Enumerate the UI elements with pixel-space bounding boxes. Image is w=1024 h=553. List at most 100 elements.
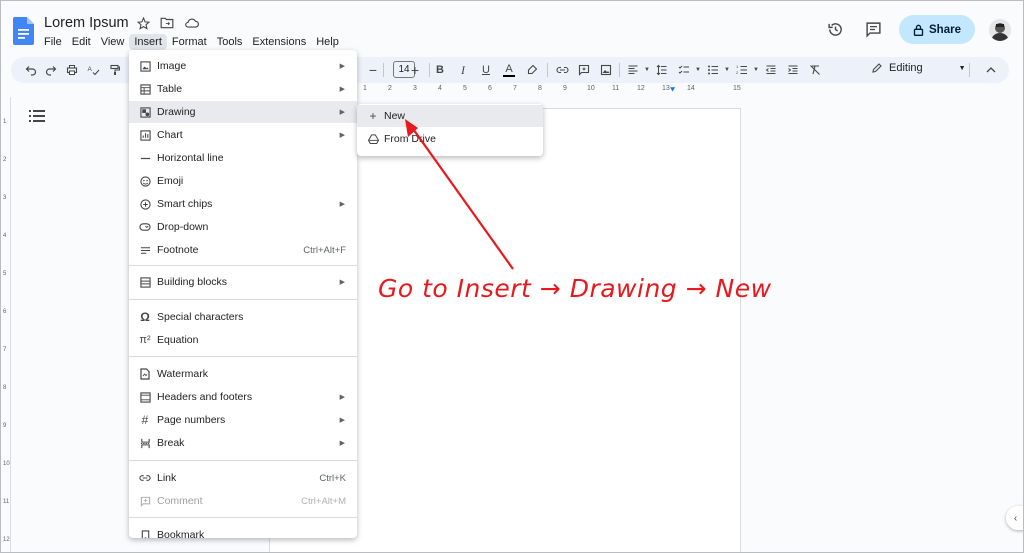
ruler-tick: 8 <box>538 85 542 92</box>
print-icon[interactable] <box>64 62 80 78</box>
menu-item-label: Smart chips <box>157 198 213 210</box>
watermark-icon <box>138 367 152 381</box>
menu-item-footnote[interactable]: Footnote Ctrl+Alt+F <box>129 239 357 261</box>
link-icon <box>138 471 152 485</box>
submenu-item-label: New <box>384 110 406 122</box>
menu-edit[interactable]: Edit <box>67 34 96 50</box>
ruler-tick: 7 <box>3 347 7 353</box>
menu-item-bookmark[interactable]: Bookmark <box>129 524 357 538</box>
chevron-down-icon[interactable]: ▼ <box>748 62 764 78</box>
submenu-arrow-icon: ▶ <box>339 279 345 286</box>
menu-file[interactable]: File <box>39 34 67 50</box>
redo-icon[interactable] <box>43 62 59 78</box>
menu-item-label: Emoji <box>157 175 184 187</box>
horizontal-ruler[interactable]: 1 2 3 4 5 6 7 8 9 10 11 12 13 14 15 ⯆ <box>357 85 757 97</box>
text-color-button[interactable]: A <box>501 62 517 78</box>
menu-format[interactable]: Format <box>167 34 212 50</box>
highlight-icon[interactable] <box>524 62 540 78</box>
editing-mode-select[interactable]: Editing ▼ <box>871 62 966 74</box>
submenu-item-from-drive[interactable]: From Drive <box>357 128 543 150</box>
indent-marker-icon[interactable]: ⯆ <box>669 85 676 96</box>
insert-link-icon[interactable] <box>554 62 570 78</box>
menu-item-label: Drop-down <box>157 221 209 233</box>
ruler-tick: 6 <box>3 309 7 315</box>
underline-button[interactable]: U <box>478 62 494 78</box>
ruler-tick: 5 <box>463 85 467 92</box>
menu-item-building-blocks[interactable]: Building blocks ▶ <box>129 271 357 293</box>
docs-logo-icon[interactable] <box>13 17 34 45</box>
table-icon <box>138 82 152 96</box>
menu-item-chart[interactable]: Chart ▶ <box>129 124 357 146</box>
ruler-tick: 14 <box>687 85 695 92</box>
chevron-down-icon[interactable]: ▼ <box>719 62 735 78</box>
paint-format-icon[interactable] <box>107 62 123 78</box>
ruler-tick: 2 <box>3 157 7 163</box>
avatar[interactable] <box>989 18 1011 41</box>
ruler-tick: 3 <box>413 85 417 92</box>
clear-formatting-icon[interactable] <box>807 62 823 78</box>
menu-tools[interactable]: Tools <box>212 34 248 50</box>
document-outline-icon[interactable] <box>29 109 45 123</box>
star-icon[interactable] <box>135 15 151 31</box>
chevron-down-icon: ▼ <box>958 64 966 72</box>
annotation-text: Go to Insert → Drawing → New <box>378 274 772 303</box>
menu-item-headers-footers[interactable]: Headers and footers ▶ <box>129 386 357 408</box>
decrease-indent-icon[interactable] <box>763 62 779 78</box>
menu-item-label: Footnote <box>157 244 199 256</box>
line-spacing-icon[interactable] <box>654 62 670 78</box>
menu-item-smart-chips[interactable]: Smart chips ▶ <box>129 193 357 215</box>
ruler-tick: 1 <box>363 85 367 92</box>
menu-item-label: Bookmark <box>157 529 205 538</box>
menu-item-image[interactable]: Image ▶ <box>129 55 357 77</box>
menu-item-break[interactable]: Break ▶ <box>129 432 357 454</box>
chevron-down-icon[interactable]: ▼ <box>690 62 706 78</box>
vertical-ruler[interactable]: 1 2 3 4 5 6 7 8 9 10 11 12 <box>1 97 11 552</box>
bold-button[interactable]: B <box>432 62 448 78</box>
menu-divider <box>129 265 357 266</box>
share-button[interactable]: Share <box>899 15 975 44</box>
menu-item-emoji[interactable]: Emoji <box>129 170 357 192</box>
submenu-item-new[interactable]: + New <box>357 105 543 127</box>
chevron-down-icon[interactable]: ▼ <box>639 62 655 78</box>
increase-font-size-icon[interactable]: + <box>407 62 423 78</box>
menu-insert[interactable]: Insert <box>129 34 167 50</box>
ruler-tick: 12 <box>3 537 10 543</box>
menu-item-dropdown[interactable]: Drop-down <box>129 216 357 238</box>
hash-icon: # <box>141 413 149 427</box>
decrease-font-size-icon[interactable]: − <box>365 62 381 78</box>
version-history-icon[interactable] <box>823 18 847 42</box>
menu-item-table[interactable]: Table ▶ <box>129 78 357 100</box>
menu-item-watermark[interactable]: Watermark <box>129 363 357 385</box>
spellcheck-icon[interactable]: A <box>85 62 101 78</box>
italic-button[interactable]: I <box>455 62 471 78</box>
menu-divider <box>129 356 357 357</box>
menu-extensions[interactable]: Extensions <box>247 34 311 50</box>
comments-icon[interactable] <box>861 18 885 42</box>
headers-footers-icon <box>138 390 152 404</box>
smart-chips-icon <box>138 197 152 211</box>
ruler-tick: 11 <box>3 499 10 505</box>
increase-indent-icon[interactable] <box>785 62 801 78</box>
omega-icon: Ω <box>140 310 150 324</box>
menu-item-link[interactable]: Link Ctrl+K <box>129 467 357 489</box>
collapse-toolbar-icon[interactable] <box>983 62 999 78</box>
side-panel-toggle-icon[interactable]: ‹ <box>1006 506 1023 530</box>
menu-view[interactable]: View <box>96 34 130 50</box>
menu-item-page-numbers[interactable]: # Page numbers ▶ <box>129 409 357 431</box>
insert-image-icon[interactable] <box>598 62 614 78</box>
undo-icon[interactable] <box>23 62 39 78</box>
document-title[interactable]: Lorem Ipsum <box>44 15 129 31</box>
ruler-tick: 2 <box>388 85 392 92</box>
menu-item-horizontal-line[interactable]: Horizontal line <box>129 147 357 169</box>
submenu-arrow-icon: ▶ <box>339 132 345 139</box>
dropdown-icon <box>138 220 152 234</box>
cloud-status-icon[interactable] <box>183 15 199 31</box>
menu-help[interactable]: Help <box>311 34 344 50</box>
ruler-tick: 11 <box>612 85 620 92</box>
svg-text:2: 2 <box>736 70 739 75</box>
move-folder-icon[interactable] <box>159 15 175 31</box>
menu-item-special-characters[interactable]: Ω Special characters <box>129 306 357 328</box>
add-comment-icon[interactable] <box>576 62 592 78</box>
menu-item-equation[interactable]: π² Equation <box>129 329 357 351</box>
menu-item-drawing[interactable]: Drawing ▶ <box>129 101 357 123</box>
